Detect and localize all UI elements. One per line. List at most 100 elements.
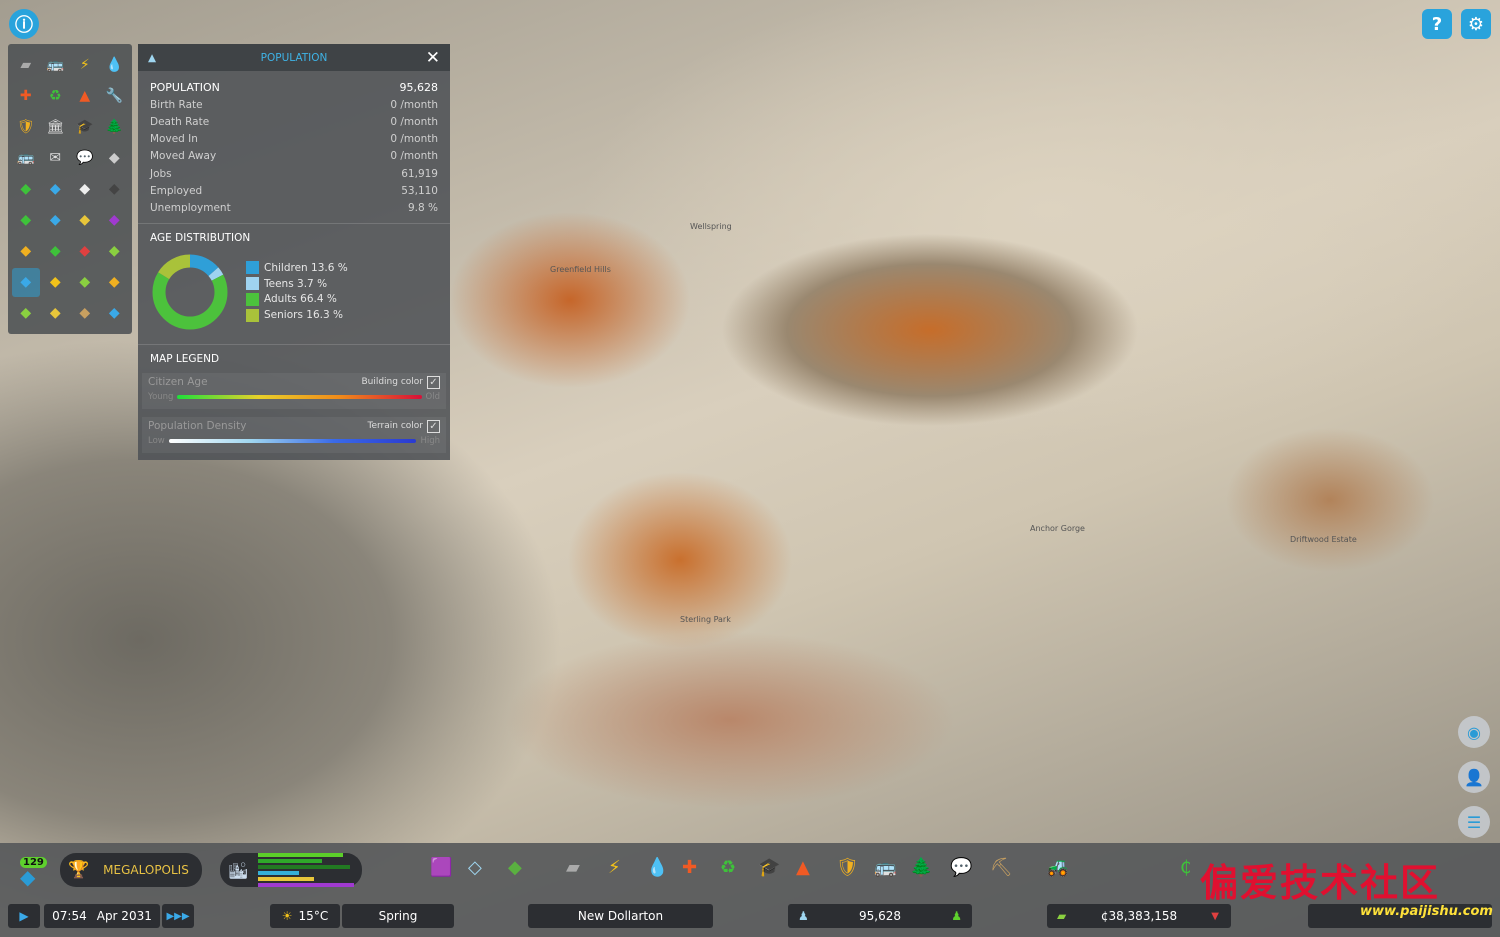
demand-button[interactable]: 🏙: [220, 853, 362, 887]
legend-swatch: [246, 261, 259, 275]
stat-row: Moved In 0 /month: [150, 131, 438, 148]
tool-residential[interactable]: ◆: [12, 237, 40, 266]
tool-landscaping[interactable]: ◆: [12, 299, 40, 328]
person-icon: 👤: [1464, 767, 1484, 787]
tool-garbage[interactable]: ♻: [42, 81, 70, 110]
water-icon[interactable]: 💧: [646, 857, 668, 878]
stat-label: Moved In: [150, 133, 198, 146]
parks-icon[interactable]: 🌲: [910, 857, 932, 878]
stat-value: 0 /month: [390, 98, 438, 111]
milestone-button[interactable]: 🏆 MEGALOPOLIS: [60, 853, 202, 887]
legend-low: Low: [148, 435, 165, 446]
tool-commercial[interactable]: ◆: [42, 237, 70, 266]
level-icon: ◆: [20, 865, 36, 889]
stat-value: 53,110: [401, 184, 438, 197]
tool-parks[interactable]: 🌲: [101, 112, 129, 141]
economy-icon[interactable]: ₵: [1180, 857, 1191, 878]
tool-unknown[interactable]: ◆: [101, 143, 129, 172]
tool-road[interactable]: ▰: [12, 50, 40, 79]
money-icon: ▰: [1057, 909, 1067, 923]
population-counter[interactable]: ♟ 95,628 ♟: [788, 904, 972, 928]
city-name[interactable]: New Dollarton: [528, 904, 713, 928]
legend-checkbox[interactable]: ✓: [427, 375, 440, 389]
tool-zoning-yellow[interactable]: ◆: [71, 206, 99, 235]
tool-area[interactable]: ◆: [42, 174, 70, 203]
tool-zoning-green[interactable]: ◆: [12, 206, 40, 235]
tool-agriculture[interactable]: ◆: [101, 237, 129, 266]
map-label: Wellspring: [690, 222, 732, 231]
tool-cash[interactable]: ◆: [71, 268, 99, 297]
tool-transport[interactable]: 🚌: [42, 50, 70, 79]
legend-checkbox[interactable]: ✓: [427, 419, 440, 433]
communication-icon[interactable]: 💬: [950, 857, 972, 878]
electricity-icon[interactable]: ⚡: [608, 857, 621, 878]
tool-electricity[interactable]: ⚡: [71, 50, 99, 79]
legend-gradient: [177, 394, 422, 399]
police-icon[interactable]: 🛡: [836, 857, 859, 878]
watermark: 偏爱技术社区: [1200, 861, 1441, 905]
zoning-yellow-icon: ◆: [79, 212, 91, 229]
info-button[interactable]: ⓘ: [9, 9, 39, 39]
healthcare-icon[interactable]: ✚: [682, 857, 697, 878]
services-icon: 🔧: [105, 87, 123, 104]
tool-population[interactable]: ◆: [12, 267, 40, 297]
bulldozer-icon[interactable]: 🚜: [1046, 857, 1068, 878]
transport-icon[interactable]: 🚌: [874, 857, 896, 878]
tool-services[interactable]: 🔧: [101, 81, 129, 110]
legend-high: High: [420, 435, 440, 446]
help-button[interactable]: ?: [1422, 9, 1452, 39]
area-icon[interactable]: ◇: [468, 857, 482, 878]
unknown-icon: ◆: [108, 149, 120, 166]
legend-gradient: [168, 438, 417, 443]
population-trend-icon: ♟: [951, 909, 962, 923]
tool-trees[interactable]: ◆: [12, 174, 40, 203]
stat-value: 0 /month: [390, 150, 438, 163]
close-button[interactable]: ✕: [426, 48, 440, 68]
speed-button[interactable]: ▶▶▶: [162, 904, 194, 928]
weather[interactable]: ☀ 15°C: [270, 904, 340, 928]
districts-icon[interactable]: ◆: [508, 857, 522, 878]
age-pct: 13.6 %: [311, 261, 348, 274]
settings-button[interactable]: ⚙: [1461, 9, 1491, 39]
watermark-url: www.paijishu.com: [1360, 904, 1493, 919]
notes-button[interactable]: ☰: [1458, 806, 1490, 838]
tool-bulldoze[interactable]: ◆: [71, 174, 99, 203]
tool-zoning-blue[interactable]: ◆: [42, 206, 70, 235]
garbage-icon[interactable]: ♻: [720, 857, 736, 878]
tool-healthcare[interactable]: ✚: [12, 81, 40, 110]
tool-trend[interactable]: ◆: [71, 237, 99, 266]
tool-fire[interactable]: ▲: [71, 81, 99, 110]
tool-administration[interactable]: 🏛: [42, 112, 70, 141]
fire-icon[interactable]: ▲: [796, 857, 810, 878]
education-icon[interactable]: 🎓: [758, 857, 780, 878]
landscaping-icon[interactable]: ⛏: [990, 857, 1013, 878]
tool-water[interactable]: 💧: [101, 50, 129, 79]
tool-mining[interactable]: ◆: [71, 299, 99, 328]
road-icon[interactable]: ▰: [566, 857, 580, 878]
level-button[interactable]: ◆ 129: [16, 857, 48, 889]
tool-water-area[interactable]: ◆: [101, 299, 129, 328]
season-label: Spring: [378, 909, 418, 923]
tool-bus[interactable]: 🚌: [12, 143, 40, 172]
tool-mail[interactable]: ✉: [42, 143, 70, 172]
tool-education[interactable]: 🎓: [71, 112, 99, 141]
population-icon: ◆: [20, 274, 32, 291]
cash-icon: ◆: [79, 274, 91, 291]
tool-communication[interactable]: 💬: [71, 143, 99, 172]
play-button[interactable]: ▶: [8, 904, 40, 928]
zoning-icon[interactable]: 🟪: [430, 857, 452, 878]
tool-happiness[interactable]: ◆: [42, 268, 70, 297]
rotate-camera-button[interactable]: ◉: [1458, 716, 1490, 748]
population-panel: ▲ POPULATION ✕ POPULATION 95,628 Birth Rat…: [138, 44, 450, 460]
stat-label: Birth Rate: [150, 98, 203, 111]
tool-building[interactable]: ◆: [101, 268, 129, 297]
fast-forward-icon: ▶▶▶: [166, 910, 190, 922]
tool-fields[interactable]: ◆: [42, 299, 70, 328]
money-counter[interactable]: ▰ ¢38,383,158 ▼: [1047, 904, 1231, 928]
tool-police[interactable]: 🛡: [12, 112, 40, 141]
electricity-icon: ⚡: [79, 56, 90, 73]
citizen-button[interactable]: 👤: [1458, 761, 1490, 793]
water-icon: 💧: [105, 56, 123, 73]
tool-zoning-purple[interactable]: ◆: [101, 206, 129, 235]
tool-unknown2[interactable]: ◆: [101, 174, 129, 203]
